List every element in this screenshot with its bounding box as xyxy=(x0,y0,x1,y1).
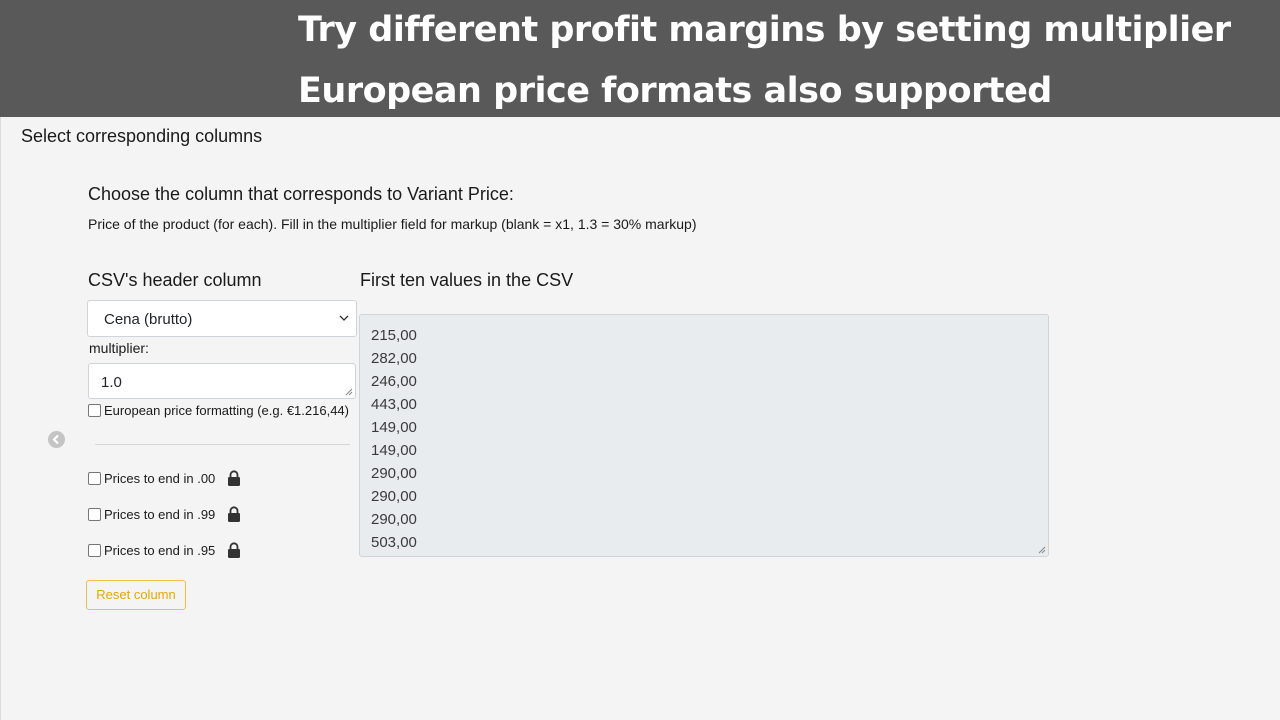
round-95-label: Prices to end in .95 xyxy=(104,542,216,558)
section-title: Select corresponding columns xyxy=(21,126,263,146)
european-format-option[interactable]: European price formatting (e.g. €1.216,4… xyxy=(88,403,349,418)
round-99-option[interactable]: Prices to end in .99 xyxy=(88,506,241,522)
csv-value: 290,00 xyxy=(371,465,417,482)
resize-grip-icon[interactable] xyxy=(345,388,353,396)
left-border xyxy=(0,117,1,720)
lock-icon xyxy=(228,542,241,558)
reset-column-button[interactable]: Reset column xyxy=(86,580,186,610)
csv-value: 149,00 xyxy=(371,442,417,459)
round-00-label: Prices to end in .00 xyxy=(104,470,216,486)
resize-grip-icon[interactable] xyxy=(1038,546,1046,554)
csv-column-select[interactable]: Cena (brutto) xyxy=(87,300,357,337)
multiplier-value: 1.0 xyxy=(101,374,122,391)
multiplier-input[interactable]: 1.0 xyxy=(88,363,356,399)
round-00-checkbox[interactable] xyxy=(88,471,101,485)
options-divider xyxy=(95,444,350,445)
banner-subheadline: European price formats also supported xyxy=(298,71,1052,111)
csv-value: 503,00 xyxy=(371,534,417,551)
multiplier-label: multiplier: xyxy=(89,340,149,356)
european-format-label: European price formatting (e.g. €1.216,4… xyxy=(104,403,349,418)
round-95-checkbox[interactable] xyxy=(88,543,101,557)
csv-values-preview[interactable]: 215,00 282,00 246,00 443,00 149,00 149,0… xyxy=(359,314,1049,557)
banner-headline: Try different profit margins by setting … xyxy=(298,10,1231,50)
european-format-checkbox[interactable] xyxy=(88,404,101,417)
csv-header-column-heading: CSV's header column xyxy=(88,270,262,290)
csv-value: 246,00 xyxy=(371,373,417,390)
promo-banner: Try different profit margins by setting … xyxy=(0,0,1280,117)
lock-icon xyxy=(228,506,241,522)
csv-value: 282,00 xyxy=(371,350,417,367)
csv-column-select-value: Cena (brutto) xyxy=(104,311,193,328)
csv-value: 149,00 xyxy=(371,419,417,436)
csv-values-heading: First ten values in the CSV xyxy=(360,270,574,290)
round-99-checkbox[interactable] xyxy=(88,507,101,521)
chevron-down-icon xyxy=(339,315,349,321)
csv-value: 215,00 xyxy=(371,327,417,344)
column-prompt-description: Price of the product (for each). Fill in… xyxy=(88,216,697,232)
column-prompt-title: Choose the column that corresponds to Va… xyxy=(88,184,514,204)
round-99-label: Prices to end in .99 xyxy=(104,506,216,522)
csv-value: 290,00 xyxy=(371,511,417,528)
lock-icon xyxy=(228,470,241,486)
round-00-option[interactable]: Prices to end in .00 xyxy=(88,470,241,486)
csv-value: 443,00 xyxy=(371,396,417,413)
chevron-left-circle-icon[interactable] xyxy=(48,431,65,448)
round-95-option[interactable]: Prices to end in .95 xyxy=(88,542,241,558)
csv-value: 290,00 xyxy=(371,488,417,505)
